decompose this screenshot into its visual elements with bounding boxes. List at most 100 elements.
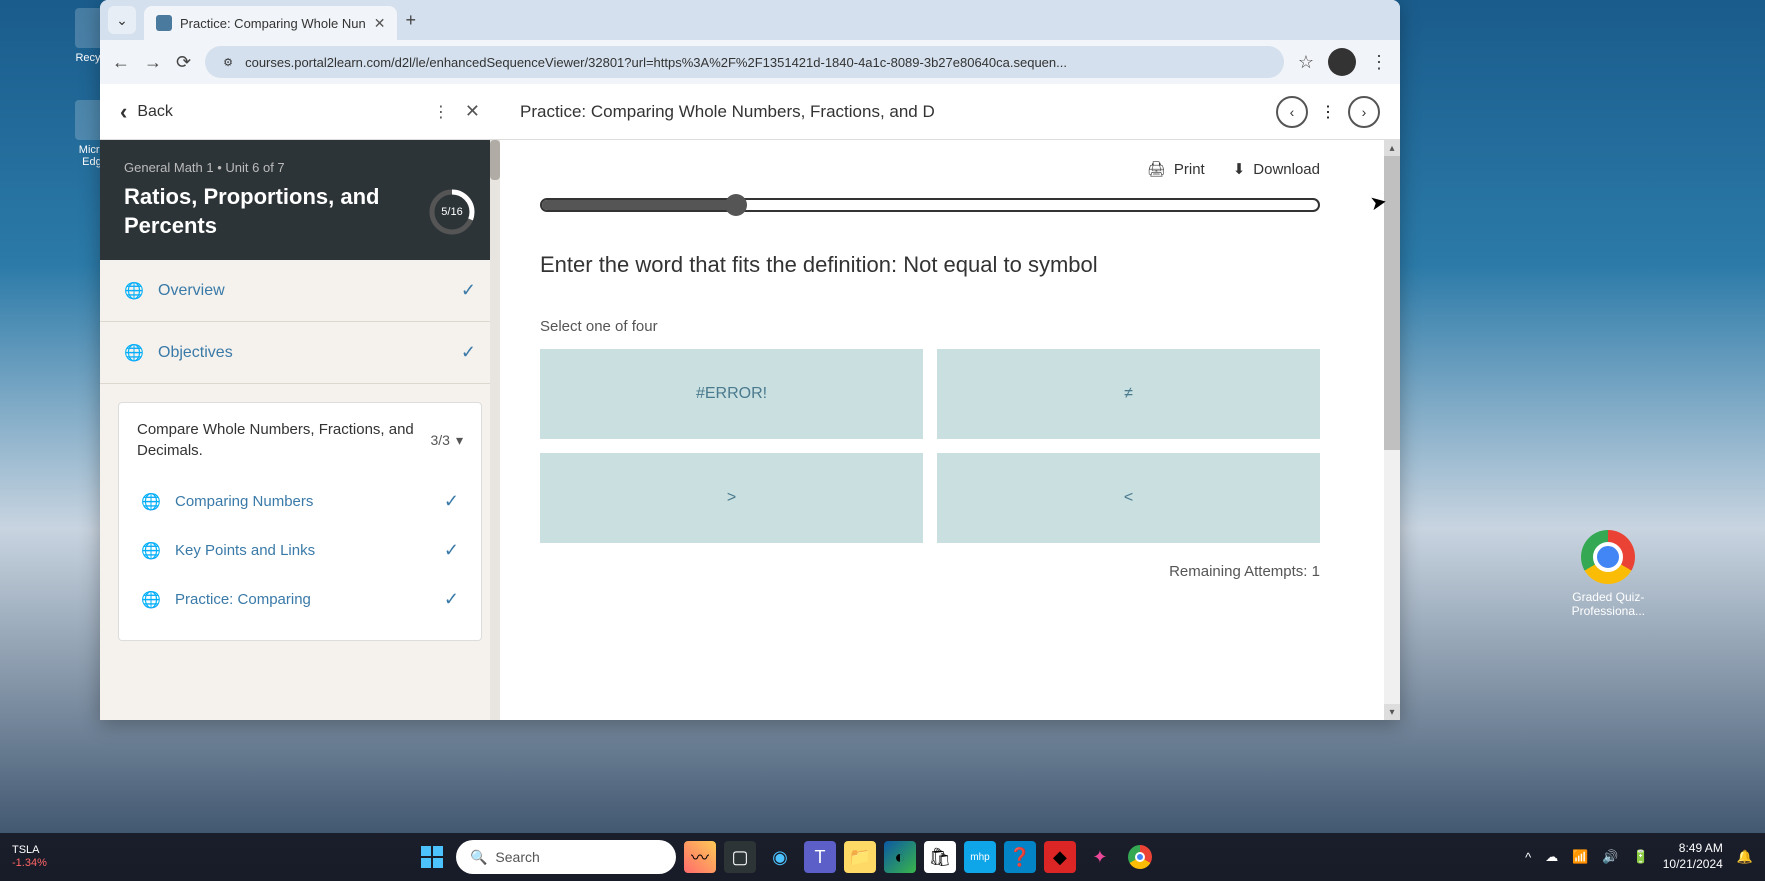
taskbar-explorer[interactable]: 📁 [844,841,876,873]
back-label: Back [137,103,173,121]
globe-icon: 🌐 [141,541,161,561]
more-options-icon[interactable]: ⋮ [433,102,449,122]
taskbar-teams[interactable]: T [804,841,836,873]
course-title: Ratios, Proportions, and Percents [124,183,416,240]
globe-icon: 🌐 [141,492,161,512]
section-item-practice[interactable]: 🌐 Practice: Comparing ✓ [137,575,463,624]
check-icon: ✓ [444,491,459,512]
taskbar-app-2[interactable]: ▢ [724,841,756,873]
notifications-icon[interactable]: 🔔 [1737,849,1753,865]
select-label: Select one of four [540,318,1360,335]
taskbar-app-11[interactable]: ✦ [1084,841,1116,873]
scrollbar-thumb[interactable] [1384,150,1400,450]
options-grid: #ERROR! ≠ > < [540,349,1320,543]
option-4[interactable]: < [937,453,1320,543]
sidebar-scrollbar[interactable] [490,140,500,720]
globe-icon: 🌐 [124,281,144,301]
start-button[interactable] [416,841,448,873]
tray-battery-icon[interactable]: 🔋 [1633,849,1649,865]
progress-handle[interactable] [725,194,747,216]
url-bar: ← → ⟳ ⚙ courses.portal2learn.com/d2l/le/… [100,40,1400,84]
option-3[interactable]: > [540,453,923,543]
windows-logo-icon [421,846,443,868]
chrome-desktop-icon[interactable]: Graded Quiz- Professiona... [1572,530,1645,618]
search-icon: 🔍 [470,849,487,866]
taskbar-search[interactable]: 🔍 Search [456,840,676,874]
stock-symbol: TSLA [12,844,47,857]
option-1[interactable]: #ERROR! [540,349,923,439]
chevron-left-icon: ‹ [120,99,127,125]
tab-search-dropdown[interactable]: ⌄ [108,6,136,34]
scrollbar-thumb[interactable] [490,140,500,180]
browser-menu-button[interactable]: ⋮ [1370,52,1388,73]
progress-bar[interactable] [540,198,1320,212]
option-2[interactable]: ≠ [937,349,1320,439]
taskbar-app-8[interactable]: mhp [964,841,996,873]
taskbar-app-9[interactable]: ❓ [1004,841,1036,873]
back-button[interactable]: ‹ Back [120,99,173,125]
tray-chevron-icon[interactable]: ^ [1525,850,1531,865]
stock-change: -1.34% [12,857,47,870]
back-section: ‹ Back ⋮ ✕ [100,99,500,125]
date-text: 10/21/2024 [1663,857,1723,873]
browser-tab[interactable]: Practice: Comparing Whole Nun ✕ [144,6,397,40]
tray-cloud-icon[interactable]: ☁ [1545,849,1558,865]
url-text: courses.portal2learn.com/d2l/le/enhanced… [245,55,1067,70]
content-scrollbar[interactable]: ▴ ▾ [1384,140,1400,720]
reload-button[interactable]: ⟳ [176,52,191,73]
taskbar-edge[interactable]: ◐ [884,841,916,873]
breadcrumb-unit: Unit 6 of 7 [225,160,284,175]
browser-window: ⌄ Practice: Comparing Whole Nun ✕ + ← → … [100,0,1400,720]
url-field[interactable]: ⚙ courses.portal2learn.com/d2l/le/enhanc… [205,46,1284,78]
header-actions: ⋮ ✕ [433,101,480,122]
taskbar-app-1[interactable]: 〰 [684,841,716,873]
site-info-icon[interactable]: ⚙ [219,53,237,71]
sidebar-item-objectives[interactable]: 🌐 Objectives ✓ [100,322,500,384]
course-title-row: Ratios, Proportions, and Percents 5/16 [124,183,476,240]
download-button[interactable]: ⬇ Download [1233,160,1320,178]
taskbar-app-10[interactable]: ◆ [1044,841,1076,873]
remaining-attempts: Remaining Attempts: 1 [540,563,1320,580]
close-panel-icon[interactable]: ✕ [465,101,480,122]
section-item-comparing[interactable]: 🌐 Comparing Numbers ✓ [137,477,463,526]
new-tab-button[interactable]: + [405,10,416,31]
scroll-down-icon[interactable]: ▾ [1384,704,1400,720]
breadcrumb: General Math 1 • Unit 6 of 7 [124,160,476,175]
download-icon: ⬇ [1233,160,1246,178]
chrome-icon [1581,530,1635,584]
header-menu-icon[interactable]: ⋮ [1320,102,1336,122]
print-label: Print [1174,161,1205,178]
tab-bar: ⌄ Practice: Comparing Whole Nun ✕ + [100,0,1400,40]
forward-nav-button[interactable]: → [144,52,162,73]
back-nav-button[interactable]: ← [112,52,130,73]
print-button[interactable]: 🖨 Print [1147,160,1205,178]
scroll-up-icon[interactable]: ▴ [1384,140,1400,156]
taskbar-copilot[interactable]: ◉ [764,841,796,873]
progress-track [540,198,1320,212]
taskbar-store[interactable]: 🛍 [924,841,956,873]
chrome-label: Graded Quiz- Professiona... [1572,590,1645,618]
sidebar-item-overview[interactable]: 🌐 Overview ✓ [100,260,500,322]
prev-page-button[interactable]: ‹ [1276,96,1308,128]
print-icon: 🖨 [1147,160,1166,178]
tray-volume-icon[interactable]: 🔊 [1602,849,1618,865]
sidebar-section: Compare Whole Numbers, Fractions, and De… [118,402,482,641]
clock[interactable]: 8:49 AM 10/21/2024 [1663,841,1723,872]
main-layout: General Math 1 • Unit 6 of 7 Ratios, Pro… [100,140,1400,720]
stock-widget[interactable]: TSLA -1.34% [12,844,47,870]
section-item-label: Practice: Comparing [175,591,430,608]
section-header[interactable]: Compare Whole Numbers, Fractions, and De… [137,419,463,461]
tab-favicon [156,15,172,31]
section-item-label: Key Points and Links [175,542,430,559]
tray-wifi-icon[interactable]: 📶 [1572,849,1588,865]
tab-close-icon[interactable]: ✕ [374,15,386,32]
question-text: Enter the word that fits the definition:… [540,252,1360,278]
download-label: Download [1253,161,1320,178]
bookmark-button[interactable]: ☆ [1298,52,1314,73]
taskbar-chrome[interactable] [1124,841,1156,873]
next-page-button[interactable]: › [1348,96,1380,128]
section-item-keypoints[interactable]: 🌐 Key Points and Links ✓ [137,526,463,575]
profile-button[interactable] [1328,48,1356,76]
progress-text: 5/16 [441,206,462,218]
content-area: 🖨 Print ⬇ Download Enter the word that f… [500,140,1400,720]
